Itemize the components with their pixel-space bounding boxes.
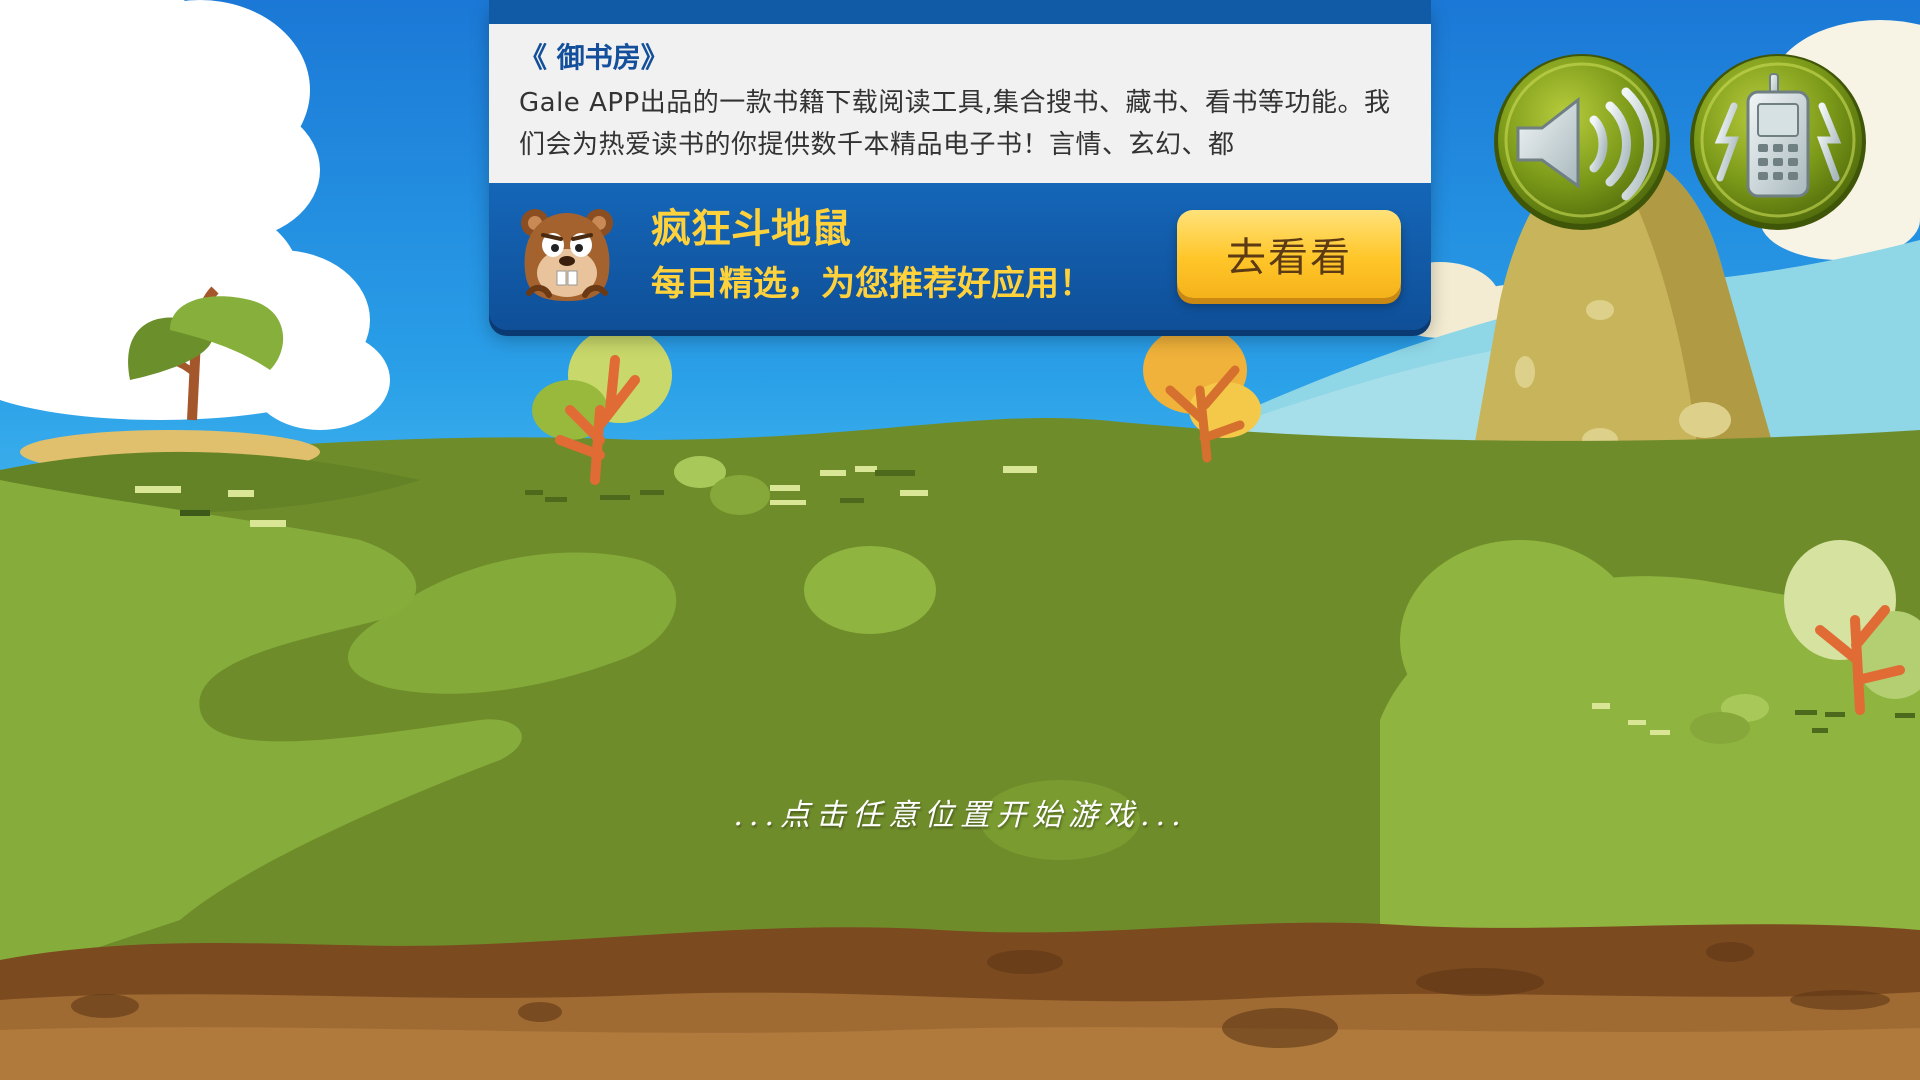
vibrating-phone-icon — [1690, 54, 1866, 230]
ad-top-strip — [489, 0, 1431, 24]
ad-book-title: 《 御书房》 — [519, 41, 669, 74]
sound-toggle-button[interactable] — [1490, 50, 1674, 234]
ad-book-info[interactable]: 《 御书房》 Gale APP出品的一款书籍下载阅读工具,集合搜书、藏书、看书等… — [489, 24, 1431, 183]
ad-banner[interactable]: 《 御书房》 Gale APP出品的一款书籍下载阅读工具,集合搜书、藏书、看书等… — [489, 0, 1431, 330]
ad-book-description: Gale APP出品的一款书籍下载阅读工具,集合搜书、藏书、看书等功能。我们会为… — [519, 88, 1391, 160]
ad-app-slogan: 每日精选，为您推荐好应用！ — [651, 264, 1093, 304]
game-start-screen[interactable]: 《 御书房》 Gale APP出品的一款书籍下载阅读工具,集合搜书、藏书、看书等… — [0, 0, 1920, 1080]
ad-app-promo[interactable]: 疯狂斗地鼠 每日精选，为您推荐好应用！ 去看看 — [489, 183, 1431, 330]
tap-to-start-hint: ...点击任意位置开始游戏... — [733, 798, 1187, 833]
speaker-icon — [1494, 54, 1670, 230]
ad-go-see-button[interactable]: 去看看 — [1177, 210, 1401, 298]
vibrate-toggle-button[interactable] — [1686, 50, 1870, 234]
gopher-mascot-icon — [521, 209, 613, 301]
ad-app-name: 疯狂斗地鼠 — [651, 206, 851, 252]
